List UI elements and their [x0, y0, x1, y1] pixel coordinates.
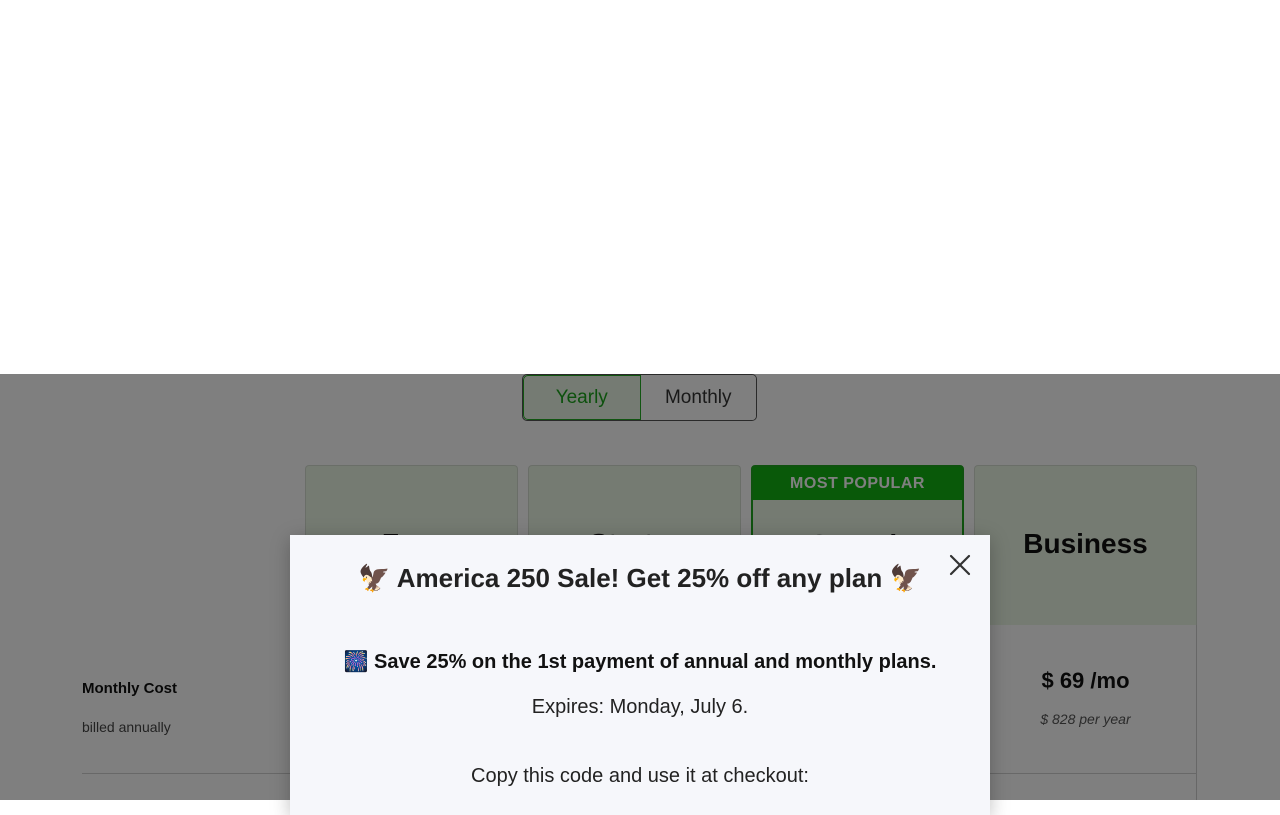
close-icon[interactable] [946, 551, 974, 579]
sale-modal: 🦅 America 250 Sale! Get 25% off any plan… [290, 535, 990, 815]
sale-expiry: Expires: Monday, July 6. [531, 696, 749, 718]
modal-title: 🦅 America 250 Sale! Get 25% off any plan… [358, 563, 922, 593]
sale-headline: 🎆 Save 25% on the 1st payment of annual … [343, 651, 937, 673]
coupon-instructions: Copy this code and use it at checkout: [471, 765, 809, 787]
pricing-page: Yearly Monthly Free Starter MOST POPULAR… [0, 0, 1280, 815]
